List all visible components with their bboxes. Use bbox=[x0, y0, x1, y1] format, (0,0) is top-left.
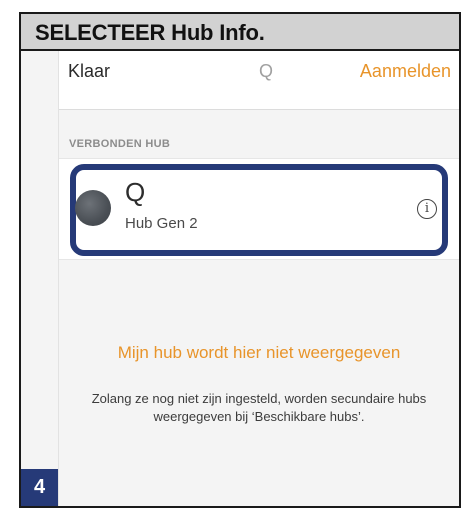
sign-in-button[interactable]: Aanmelden bbox=[360, 61, 451, 82]
done-button[interactable]: Klaar bbox=[68, 61, 110, 82]
connected-hub-row[interactable]: Q Hub Gen 2 i bbox=[59, 158, 459, 260]
section-header-connected-hub: VERBONDEN HUB bbox=[69, 138, 171, 150]
app-top-bar: Klaar Q Aanmelden bbox=[59, 51, 459, 110]
top-bar-title: Q bbox=[259, 61, 274, 81]
hub-model: Hub Gen 2 bbox=[125, 215, 198, 232]
hub-status-icon bbox=[75, 190, 111, 226]
instruction-title: SELECTEER Hub Info. bbox=[35, 20, 265, 45]
screenshot-frame: SELECTEER Hub Info. Klaar Q Aanmelden VE… bbox=[19, 12, 461, 508]
hub-name: Q bbox=[125, 177, 146, 207]
info-icon[interactable]: i bbox=[417, 199, 437, 219]
hub-list-content: VERBONDEN HUB Q Hub Gen 2 i Mijn hub wor… bbox=[59, 110, 459, 506]
secondary-hubs-note: Zolang ze nog niet zijn ingesteld, worde… bbox=[91, 391, 427, 424]
missing-hub-link[interactable]: Mijn hub wordt hier niet weergegeven bbox=[59, 343, 459, 363]
left-margin-strip bbox=[21, 51, 59, 506]
step-number-badge: 4 bbox=[21, 469, 58, 506]
instruction-header: SELECTEER Hub Info. bbox=[21, 14, 459, 51]
